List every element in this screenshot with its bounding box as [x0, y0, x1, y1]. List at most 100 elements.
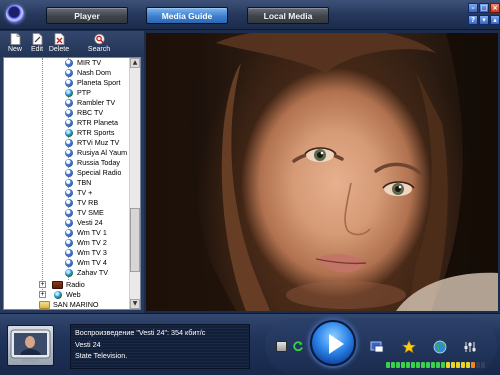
player-control-bar: Воспроизведение "Vesti 24": 354 кбит/с V…: [0, 313, 500, 375]
tab-local-media[interactable]: Local Media: [247, 7, 329, 24]
channel-item[interactable]: Rambler TV: [4, 98, 130, 108]
channel-item[interactable]: TV RB: [4, 198, 130, 208]
volume-segment: [466, 362, 470, 368]
channel-item[interactable]: MIR TV: [4, 58, 130, 68]
help-icon[interactable]: ?: [468, 15, 478, 25]
channel-item[interactable]: Nash Dom: [4, 68, 130, 78]
channel-item[interactable]: Wm TV 2: [4, 238, 130, 248]
scroll-thumb[interactable]: [130, 208, 140, 272]
search-icon: [93, 33, 105, 45]
tv-channel-icon: [65, 59, 73, 67]
channel-description: State Television.: [75, 351, 128, 360]
folder-radio[interactable]: + Radio: [4, 280, 130, 290]
channel-item[interactable]: RTVi Muz TV: [4, 138, 130, 148]
video-frame: [144, 31, 500, 313]
web-channel-icon: [65, 269, 73, 277]
scroll-down-icon[interactable]: ▼: [130, 299, 140, 309]
title-bar: Player Media Guide Local Media – □ × ? ▾…: [0, 0, 500, 30]
channel-name: Vesti 24: [75, 340, 101, 349]
channel-item[interactable]: RTR Planeta: [4, 118, 130, 128]
expand-icon[interactable]: +: [39, 281, 46, 288]
channel-tree[interactable]: MIR TV Nash Dom Planeta Sport PTP Ramble…: [3, 57, 141, 310]
volume-segment: [386, 362, 390, 368]
channel-item[interactable]: Wm TV 3: [4, 248, 130, 258]
guide-toolbar: New Edit Delete Search: [0, 31, 144, 57]
search-label: Search: [87, 46, 111, 53]
tv-channel-icon: [65, 239, 73, 247]
tv-channel-icon: [65, 139, 73, 147]
volume-segment: [396, 362, 400, 368]
tv-channel-icon: [65, 209, 73, 217]
channel-item[interactable]: PTP: [4, 88, 130, 98]
channel-thumbnail[interactable]: [7, 325, 54, 366]
favorites-star-icon[interactable]: [402, 340, 416, 354]
tv-channel-icon: [65, 109, 73, 117]
tab-media-guide[interactable]: Media Guide: [146, 7, 228, 24]
volume-segment: [471, 362, 475, 368]
volume-segment: [456, 362, 460, 368]
channel-item[interactable]: Planeta Sport: [4, 78, 130, 88]
minimize-icon[interactable]: –: [468, 3, 478, 13]
play-button[interactable]: [310, 320, 356, 366]
volume-meter[interactable]: [386, 362, 486, 368]
channel-item[interactable]: TV SME: [4, 208, 130, 218]
country-item[interactable]: SAN MARINO: [4, 300, 130, 309]
channel-item[interactable]: TBN: [4, 178, 130, 188]
channel-item[interactable]: Zahav TV: [4, 268, 130, 278]
close-icon[interactable]: ×: [490, 3, 500, 13]
volume-segment: [441, 362, 445, 368]
channel-item[interactable]: RBC TV: [4, 108, 130, 118]
tv-channel-icon: [65, 199, 73, 207]
volume-segment: [426, 362, 430, 368]
tv-channel-icon: [65, 189, 73, 197]
video-image: [146, 33, 498, 311]
tab-player[interactable]: Player: [46, 7, 128, 24]
channel-item[interactable]: RTR Sports: [4, 128, 130, 138]
web-folder-icon: [54, 291, 62, 299]
channel-item[interactable]: Special Radio: [4, 168, 130, 178]
folder-icon: [39, 301, 50, 309]
media-guide-panel: New Edit Delete Search MIR TV Nash Dom P…: [0, 31, 144, 313]
playback-status: Воспроизведение "Vesti 24": 354 кбит/с: [75, 328, 206, 337]
volume-segment: [391, 362, 395, 368]
repeat-icon[interactable]: [292, 340, 304, 352]
tv-channel-icon: [65, 249, 73, 257]
compact-mode-icon[interactable]: ▴: [490, 15, 500, 25]
tv-channel-icon: [65, 119, 73, 127]
volume-segment: [451, 362, 455, 368]
channel-item[interactable]: TV +: [4, 188, 130, 198]
video-display[interactable]: [146, 33, 498, 311]
web-channel-icon: [65, 129, 73, 137]
radio-folder-icon: [52, 281, 63, 289]
stop-icon[interactable]: [276, 341, 287, 352]
now-playing-panel: Воспроизведение "Vesti 24": 354 кбит/с V…: [70, 324, 250, 369]
screen-capture-icon[interactable]: [370, 340, 384, 354]
expand-icon[interactable]: +: [39, 291, 46, 298]
channel-item[interactable]: Rusiya Al Yaum: [4, 148, 130, 158]
tv-channel-icon: [65, 179, 73, 187]
globe-icon[interactable]: [433, 340, 447, 354]
scroll-up-icon[interactable]: ▲: [130, 58, 140, 68]
maximize-icon[interactable]: □: [479, 3, 489, 13]
channel-item[interactable]: Russia Today: [4, 158, 130, 168]
channel-item[interactable]: Wm TV 1: [4, 228, 130, 238]
equalizer-icon[interactable]: [463, 340, 477, 354]
tv-channel-icon: [65, 79, 73, 87]
channel-item[interactable]: Wm TV 4: [4, 258, 130, 268]
search-button[interactable]: Search: [86, 32, 112, 57]
tree-scrollbar[interactable]: ▲ ▼: [129, 58, 140, 309]
tv-channel-icon: [65, 219, 73, 227]
volume-segment: [411, 362, 415, 368]
volume-segment: [446, 362, 450, 368]
folder-web[interactable]: + Web: [4, 290, 130, 300]
app-logo: [6, 5, 24, 23]
tv-channel-icon: [65, 169, 73, 177]
volume-segment: [476, 362, 480, 368]
web-channel-icon: [65, 89, 73, 97]
settings-icon[interactable]: ▾: [479, 15, 489, 25]
delete-button[interactable]: Delete: [46, 32, 72, 57]
tv-preview-icon: [10, 329, 51, 362]
new-icon: [10, 33, 20, 45]
tv-channel-icon: [65, 99, 73, 107]
channel-item[interactable]: Vesti 24: [4, 218, 130, 228]
